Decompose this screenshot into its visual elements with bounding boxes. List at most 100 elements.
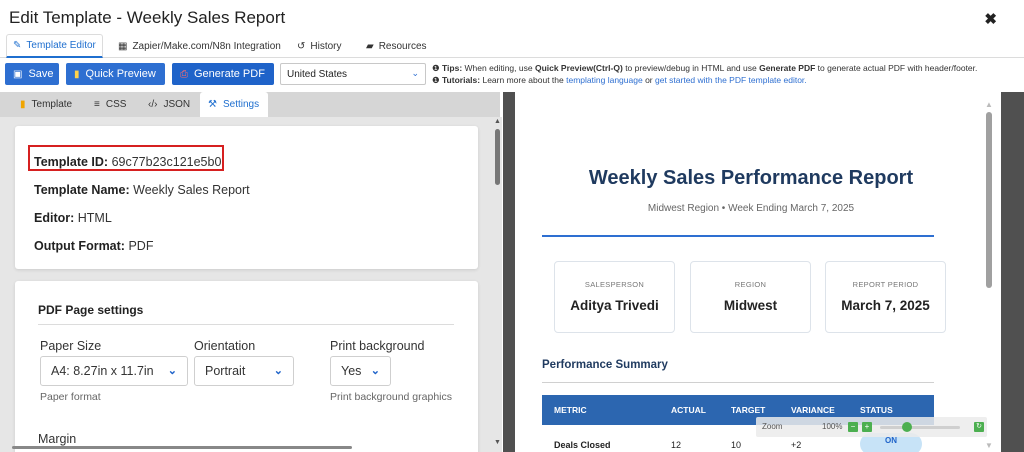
paper-size-select[interactable]: A4: 8.27in x 11.7in ⌄ (40, 356, 188, 386)
quick-preview-button[interactable]: ▮ Quick Preview (66, 63, 165, 85)
editor-value: HTML (77, 211, 112, 225)
tab-css[interactable]: ≡ CSS (86, 92, 134, 117)
tab-label: Template (31, 99, 73, 110)
title-bar: Edit Template - Weekly Sales Report ✖ (0, 0, 1024, 36)
zoom-label: Zoom (762, 422, 783, 431)
info-icon: ❶ (432, 63, 440, 73)
print-background-select[interactable]: Yes ⌄ (330, 356, 391, 386)
get-started-link[interactable]: get started with the PDF template editor… (655, 75, 807, 85)
settings-scrollbar[interactable]: ▲ ▼ (493, 117, 502, 452)
salesperson-card: SALESPERSON Aditya Trivedi (554, 261, 675, 333)
performance-summary-title: Performance Summary (542, 359, 668, 371)
card-value: Aditya Trivedi (570, 298, 659, 313)
template-icon: ▮ (20, 99, 26, 110)
templating-language-link[interactable]: templating language (566, 75, 643, 85)
preview-scrollbar[interactable]: ▲ ▼ (983, 100, 995, 452)
tutorials-text-a: Learn more about the (482, 75, 564, 85)
table-cell: +2 (791, 440, 802, 450)
generate-pdf-label: Generate PDF (194, 68, 265, 80)
pdf-icon: ⎙ (180, 68, 188, 80)
zoom-in-button[interactable]: + (862, 422, 872, 432)
tutorials-text-b: or (645, 75, 653, 85)
preview-icon: ▮ (74, 68, 80, 80)
scroll-up-icon[interactable]: ▲ (985, 100, 993, 109)
column-header: METRIC (554, 405, 587, 415)
tips-text-c: to preview/debug in HTML and use (625, 63, 757, 73)
card-value: March 7, 2025 (841, 298, 930, 313)
zoom-out-button[interactable]: − (848, 422, 858, 432)
pdf-settings-card: PDF Page settings Paper Size A4: 8.27in … (15, 281, 478, 452)
horizontal-scroll-thumb[interactable] (12, 446, 352, 449)
zoom-reset-icon[interactable]: ↻ (974, 422, 984, 432)
chevron-down-icon: ⌄ (273, 365, 283, 377)
toolbar: ▣ Save ▮ Quick Preview ⎙ Generate PDF Un… (0, 60, 1024, 88)
tab-resources[interactable]: ▰ Resources (360, 34, 433, 58)
divider (38, 324, 454, 325)
card-label: REPORT PERIOD (852, 280, 919, 289)
tab-integration[interactable]: ▦ Zapier/Make.com/N8n Integration (112, 34, 287, 58)
tab-label: Zapier/Make.com/N8n Integration (132, 40, 281, 52)
tips-text-b: Quick Preview(Ctrl-Q) (534, 63, 623, 73)
column-header: TARGET (731, 405, 766, 415)
css-icon: ≡ (94, 99, 100, 110)
scroll-down-icon[interactable]: ▼ (985, 441, 993, 450)
chevron-down-icon: ⌄ (411, 68, 419, 78)
zoom-slider-handle[interactable] (902, 422, 912, 432)
orientation-select[interactable]: Portrait ⌄ (194, 356, 294, 386)
template-name-row: Template Name: Weekly Sales Report (34, 183, 250, 197)
tab-label: CSS (105, 99, 127, 110)
edit-template-dialog: Edit Template - Weekly Sales Report ✖ ✎ … (0, 0, 1024, 452)
tab-settings[interactable]: ⚒ Settings (200, 92, 268, 117)
template-info-card: Template ID: 69c77b23c121e5b0 Template N… (15, 126, 478, 269)
save-button[interactable]: ▣ Save (5, 63, 59, 85)
quick-preview-label: Quick Preview (85, 68, 156, 80)
print-background-help: Print background graphics (330, 391, 452, 403)
country-select[interactable]: United States ⌄ (280, 63, 426, 85)
tips-text-a: When editing, use (464, 63, 533, 73)
output-format-label: Output Format: (34, 239, 125, 253)
editor-label: Editor: (34, 211, 75, 225)
editor-sub-tabs: ▮ Template ≡ CSS ‹/› JSON ⚒ Settings (0, 92, 500, 117)
wrench-icon: ⚒ (208, 99, 217, 110)
pdf-settings-title: PDF Page settings (38, 303, 144, 317)
tips-label: Tips: (442, 63, 463, 73)
scroll-up-icon[interactable]: ▲ (494, 118, 501, 125)
horizontal-scrollbar[interactable] (0, 444, 502, 452)
scroll-thumb[interactable] (495, 129, 500, 185)
pencil-icon: ✎ (13, 40, 22, 51)
template-id-label: Template ID: (34, 155, 109, 169)
tab-label: Template Editor (26, 40, 96, 51)
tips-text: ❶ Tips: When editing, use Quick Preview(… (432, 62, 1022, 86)
title-rule (542, 235, 934, 237)
tab-history[interactable]: ↺ History (291, 34, 348, 58)
editor-row: Editor: HTML (34, 211, 112, 225)
template-name-value: Weekly Sales Report (133, 183, 250, 197)
paper-size-help: Paper format (40, 391, 101, 403)
floppy-icon: ▣ (13, 68, 23, 80)
tab-label: Settings (222, 99, 260, 110)
scroll-thumb[interactable] (986, 112, 992, 288)
tab-template[interactable]: ▮ Template (12, 92, 80, 117)
zoom-control: Zoom 100% − + ↻ (756, 417, 987, 437)
chevron-down-icon: ⌄ (370, 365, 380, 377)
zoom-slider-track[interactable] (880, 426, 960, 429)
card-value: Midwest (723, 298, 778, 313)
paper-size-label: Paper Size (40, 339, 102, 353)
grid-icon: ▦ (118, 40, 128, 52)
report-title: Weekly Sales Performance Report (588, 167, 914, 189)
table-cell: Deals Closed (554, 440, 611, 450)
close-icon[interactable]: ✖ (984, 10, 997, 28)
column-header: VARIANCE (791, 405, 835, 415)
generate-pdf-button[interactable]: ⎙ Generate PDF (172, 63, 274, 85)
history-icon: ↺ (297, 40, 306, 52)
tab-json[interactable]: ‹/› JSON (140, 92, 198, 117)
tab-template-editor[interactable]: ✎ Template Editor (6, 34, 103, 58)
zoom-value: 100% (822, 422, 843, 431)
region-card: REGION Midwest (690, 261, 811, 333)
preview-panel: Weekly Sales Performance Report Midwest … (503, 92, 1024, 452)
tutorials-label: Tutorials: (442, 75, 481, 85)
country-value: United States (287, 68, 348, 80)
output-format-value: PDF (128, 239, 154, 253)
print-background-value: Yes (341, 364, 362, 378)
orientation-label: Orientation (194, 339, 256, 353)
